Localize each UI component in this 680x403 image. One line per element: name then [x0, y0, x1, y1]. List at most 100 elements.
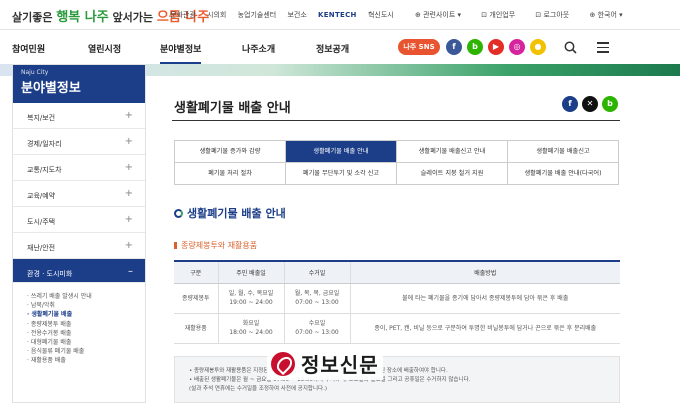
table-cell: 불에 타는 폐기물을 종기에 담아서 종량제봉투에 담아 묶은 후 배출: [350, 283, 620, 314]
logout-link[interactable]: ⊡ 로그아웃: [535, 11, 578, 19]
kakao-icon[interactable]: ●: [530, 39, 546, 55]
tab-waste-disposal-guide[interactable]: 생활폐기물 배출 안내: [286, 141, 397, 163]
sidebar-item-label: 복지/보건: [27, 114, 56, 122]
tab-slate-roof-support[interactable]: 슬레이트 지붕 철거 지원: [397, 163, 508, 185]
top-link[interactable]: 농업기술센터: [238, 11, 277, 19]
slogan-text-1: 살기좋은: [12, 11, 53, 24]
blog-icon[interactable]: b: [467, 39, 483, 55]
slogan-text-2: 앞서가는: [112, 11, 154, 24]
sidebar-item-label: 교육/예약: [27, 192, 56, 200]
disposal-schedule-table: 구분 주민 배출일 수거일 배출방법 종량제봉투 일, 월, 수, 목요일 19…: [174, 260, 620, 344]
watermark-text: 정보신문: [301, 353, 379, 377]
top-link[interactable]: 혁신도시: [368, 11, 394, 19]
collapse-minus-icon: –: [128, 266, 133, 277]
sidebar-item-environment[interactable]: 환경 · 도시미화 –: [13, 259, 145, 283]
logout-label: 로그아웃: [543, 11, 570, 19]
sidebar-item-traffic[interactable]: 교통/지도차 +: [13, 155, 145, 181]
subtitle-bar-icon: [174, 242, 177, 249]
tab-disposal-report[interactable]: 생활폐기물 배출신고: [508, 141, 618, 163]
language-dropdown[interactable]: ⊕ 한국어 ▾: [589, 11, 631, 19]
section-ring-icon: [174, 209, 183, 218]
language-label: 한국어 ▾: [597, 11, 623, 19]
menu-hamburger-icon[interactable]: [597, 42, 609, 53]
table-row: 재활용품 화요일 18:00 ~ 24:00 수요일 07:00 ~ 13:00…: [174, 313, 620, 344]
table-header: 배출방법: [350, 261, 620, 284]
sidebar-item-economy[interactable]: 경제/일자리 +: [13, 129, 145, 155]
related-sites-dropdown[interactable]: ⊕ 관련사이트 ▾: [415, 11, 470, 19]
watermark-logo-icon: [271, 351, 295, 376]
naju-sns-button[interactable]: 나주 SNS: [398, 39, 440, 55]
top-right-links: ⊕ 관련사이트 ▾ ⊡ 개인업무 ⊡ 로그아웃 ⊕ 한국어 ▾: [415, 10, 641, 20]
notice-line: (설과 추석 연휴에는 수거일을 조정하여 사전에 공지합니다.): [189, 386, 327, 392]
sidebar-title: 분야별정보: [21, 81, 81, 96]
gnb-menu-participation[interactable]: 참여민원: [12, 42, 45, 55]
related-sites-label: 관련사이트 ▾: [423, 11, 462, 19]
blog-share-icon[interactable]: b: [602, 96, 618, 112]
submenu-item[interactable]: · 대형폐기물 배출: [27, 337, 145, 346]
table-cell: 재활용품: [174, 313, 219, 344]
submenu-item[interactable]: · 종량제봉투 배출: [27, 319, 145, 328]
notice-line: • 종량제봉투와 재활용품은 지정된 시간에 배출하고, 가정에서는 건물주변이…: [189, 368, 448, 374]
gnb-menu-info-disclosure[interactable]: 정보공개: [316, 42, 349, 55]
main-navigation: 참여민원 열린시정 분야별정보 나주소개 정보공개: [0, 30, 680, 64]
table-cell: 종이, PET, 캔, 비닐 등으로 구분하여 투명한 비닐봉투에 담거나 끈으…: [350, 313, 620, 344]
search-icon[interactable]: [564, 41, 577, 54]
table-cell: 종량제봉투: [174, 283, 219, 314]
gnb-menu-open-government[interactable]: 열린시정: [88, 42, 121, 55]
section-subtitle-text: 종량제봉투와 재활용품: [181, 241, 258, 250]
expand-plus-icon: +: [124, 110, 133, 121]
expand-plus-icon: +: [124, 136, 133, 147]
submenu-item[interactable]: · 남북/악취: [27, 300, 145, 309]
sidebar-item-welfare[interactable]: 복지/보건 +: [13, 103, 145, 129]
top-link[interactable]: 시의회: [207, 11, 226, 19]
expand-plus-icon: +: [124, 240, 133, 251]
sidebar-item-label: 도시/주택: [27, 218, 56, 226]
submenu-item[interactable]: · 쓰레기 배출 발생시 안내: [27, 291, 145, 300]
sidebar-item-label: 교통/지도차: [27, 166, 62, 174]
tab-disposal-report-guide[interactable]: 생활폐기물 배출신고 안내: [397, 141, 508, 163]
table-row: 종량제봉투 일, 월, 수, 목요일 19:00 ~ 24:00 월, 목, 목…: [174, 283, 620, 314]
expand-plus-icon: +: [124, 214, 133, 225]
youtube-icon[interactable]: ▶: [488, 39, 504, 55]
section-title-text: 생활폐기물 배출 안내: [187, 207, 286, 220]
section-title: 생활폐기물 배출 안내: [174, 205, 286, 221]
tab-waste-process[interactable]: 폐기물 처리 절차: [175, 163, 286, 185]
submenu-item[interactable]: · 재활용품 배출: [27, 355, 145, 364]
sidebar-item-label: 환경 · 도시미화: [27, 270, 73, 278]
notice-line: • 배출된 생활폐기물은 월 ~ 금요일 07:00 ~ 13:00까지 수거하…: [189, 377, 471, 383]
tab-illegal-dumping-report[interactable]: 폐기물 무단투기 및 소각 신고: [286, 163, 397, 185]
table-cell: 화요일 18:00 ~ 24:00: [218, 313, 285, 344]
sidebar-item-education[interactable]: 교육/예약 +: [13, 181, 145, 207]
title-divider: [172, 120, 620, 121]
facebook-share-icon[interactable]: f: [562, 96, 578, 112]
tab-multilingual-guide[interactable]: 생활폐기물 배출 안내(다국어): [508, 163, 618, 185]
instagram-icon[interactable]: ◎: [509, 39, 525, 55]
table-header: 주민 배출일: [218, 261, 285, 284]
x-share-icon[interactable]: ✕: [582, 96, 598, 112]
sidebar: Naju City 분야별정보 복지/보건 + 경제/일자리 + 교통/지도차 + 교…: [12, 64, 146, 403]
slogan-brand-1: 행복 나주: [56, 10, 109, 25]
facebook-icon[interactable]: f: [446, 39, 462, 55]
top-link-kentech[interactable]: KENTECH: [318, 11, 357, 19]
sidebar-city-label: Naju City: [21, 69, 49, 76]
top-link[interactable]: 문화관광: [170, 11, 196, 19]
section-subtitle: 종량제봉투와 재활용품: [174, 240, 257, 251]
top-utility-bar: 살기좋은 행복 나주 앞서가는 으뜸 나주 문화관광 시의회 농업기술센터 보건…: [0, 0, 680, 30]
submenu-item-current[interactable]: · 생활폐기물 배출: [27, 309, 145, 318]
notice-box: • 종량제봉투와 재활용품은 지정된 시간에 배출하고, 가정에서는 건물주변이…: [174, 356, 620, 403]
top-links: 문화관광 시의회 농업기술센터 보건소 KENTECH 혁신도시: [170, 10, 403, 20]
submenu-item[interactable]: · 음식물류 폐기물 배출: [27, 346, 145, 355]
gnb-menu-about-naju[interactable]: 나주소개: [242, 42, 275, 55]
sidebar-item-housing[interactable]: 도시/주택 +: [13, 207, 145, 233]
table-header-row: 구분 주민 배출일 수거일 배출방법: [174, 261, 620, 284]
table-cell: 수요일 07:00 ~ 13:00: [284, 313, 351, 344]
content-tabs: 생활폐기물 증가와 감량 생활폐기물 배출 안내 생활폐기물 배출신고 안내 생…: [174, 140, 619, 185]
gnb-menu-field-info[interactable]: 분야별정보: [160, 42, 202, 64]
submenu-item[interactable]: · 전용수거봉 배출: [27, 328, 145, 337]
sidebar-item-safety[interactable]: 재난/안전 +: [13, 233, 145, 259]
personal-work-link[interactable]: ⊡ 개인업무: [481, 11, 524, 19]
tab-waste-increase[interactable]: 생활폐기물 증가와 감량: [175, 141, 286, 163]
top-link[interactable]: 보건소: [287, 11, 306, 19]
expand-plus-icon: +: [124, 162, 133, 173]
table-header: 구분: [174, 261, 219, 284]
